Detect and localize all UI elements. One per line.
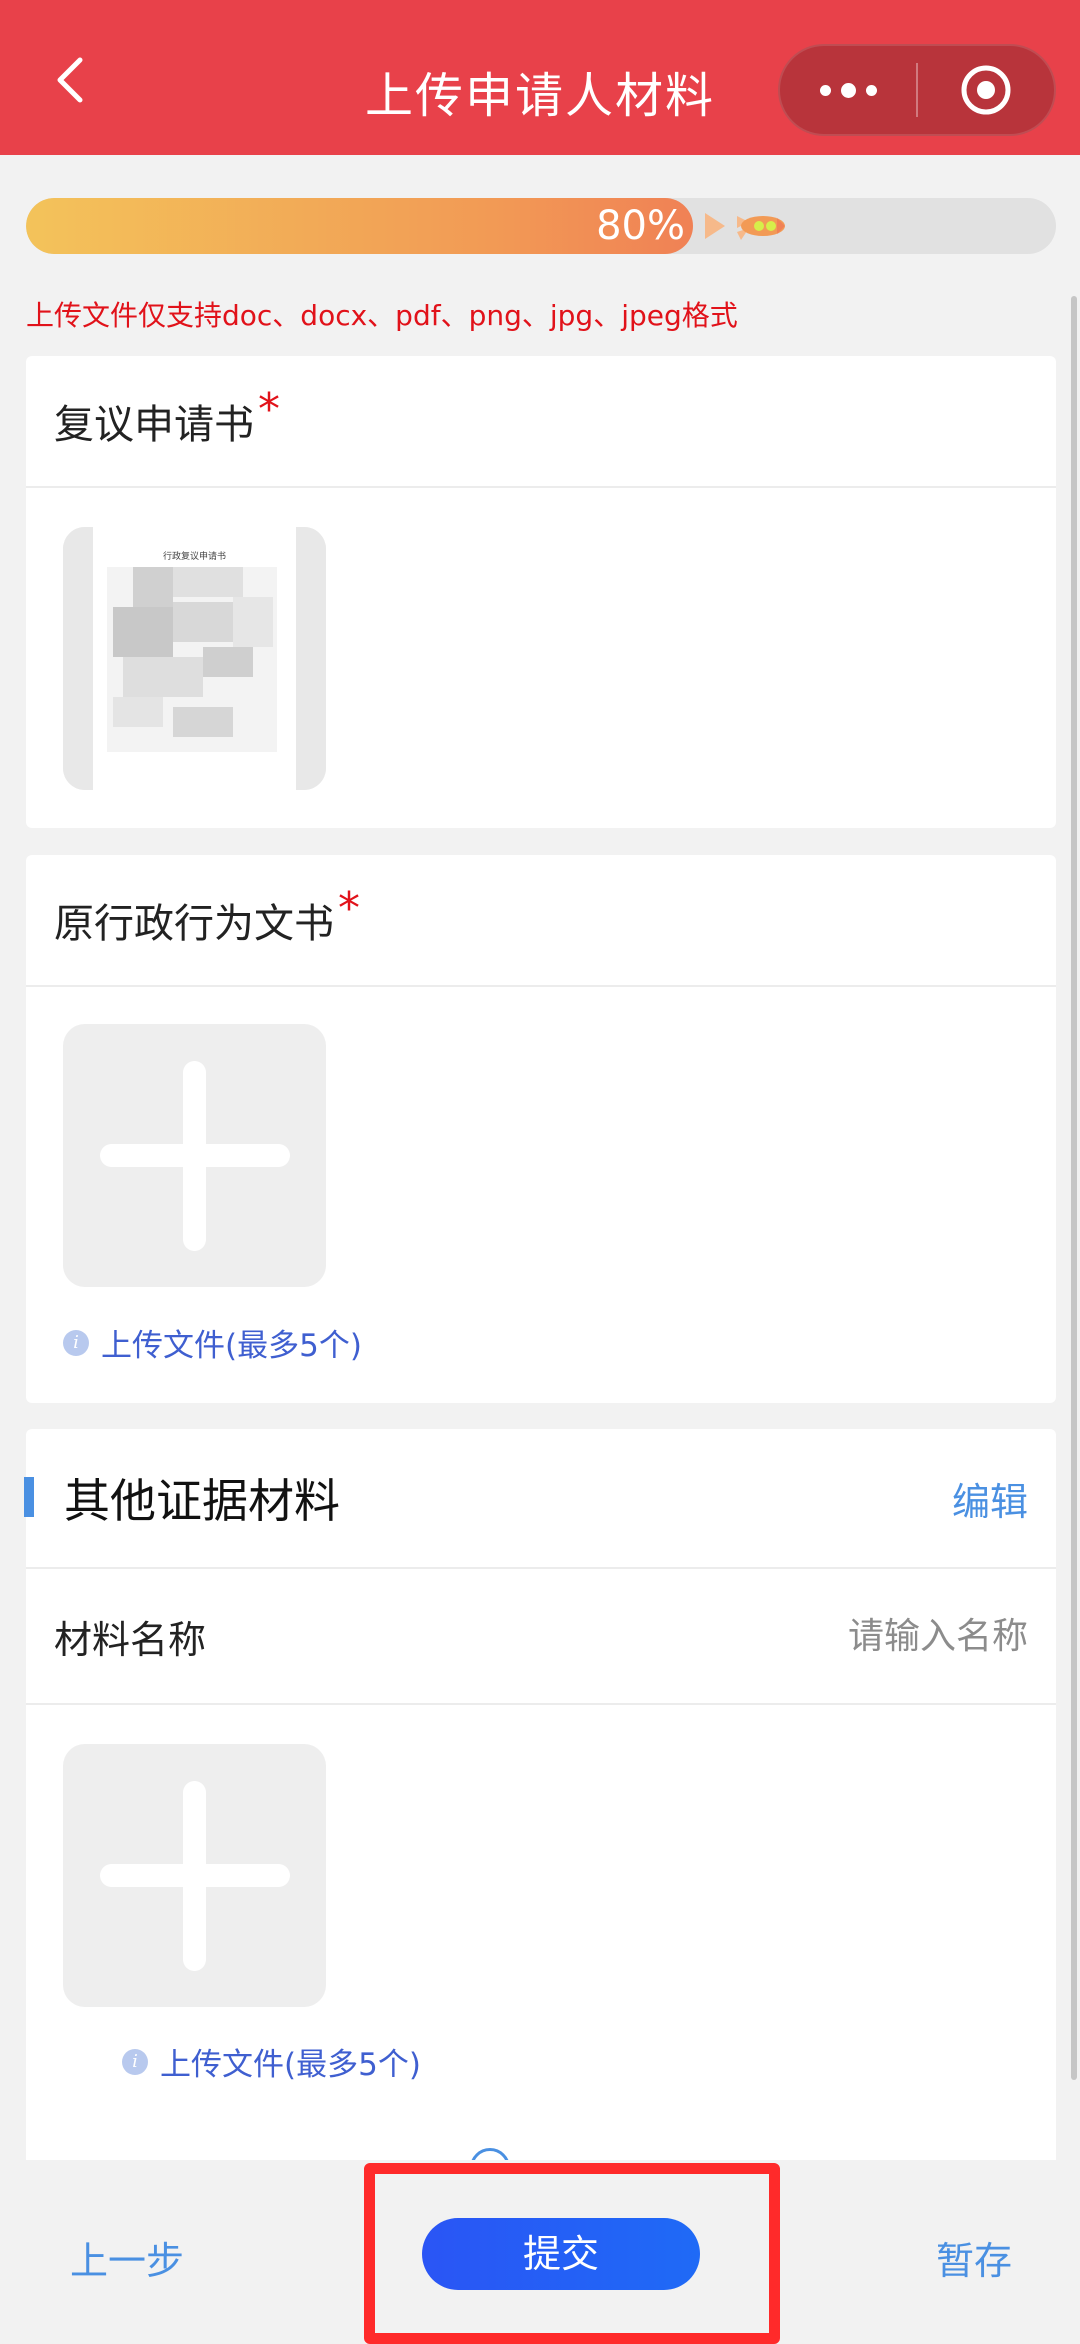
progress-fill	[26, 198, 693, 254]
info-icon: i	[122, 2048, 148, 2075]
card-header: 原行政行为文书 *	[26, 855, 1056, 987]
section-title: 其他证据材料	[64, 1474, 340, 1528]
progress-bar: 80%	[26, 198, 1056, 254]
info-icon: i	[63, 1329, 89, 1356]
prev-step-button[interactable]: 上一步	[70, 2230, 184, 2285]
material-name-label: 材料名称	[54, 1617, 207, 1662]
nav-header: 上传申请人材料	[0, 0, 1080, 155]
material-name-input[interactable]	[528, 1615, 1028, 1657]
save-draft-button[interactable]: 暂存	[936, 2230, 1012, 2285]
document-preview-title: 行政复议申请书	[162, 552, 226, 562]
progress-label: 80%	[596, 203, 685, 249]
edit-button[interactable]: 编辑	[952, 1471, 1028, 1526]
more-dots-icon	[819, 82, 877, 98]
card-application: 复议申请书 * 行政复议申请书	[26, 356, 1056, 828]
upload-hint-text: 上传文件(最多5个)	[160, 2047, 421, 2083]
footer-bar: 上一步 提交 暂存	[0, 2160, 1080, 2344]
card-title: 原行政行为文书	[54, 901, 334, 947]
scrollbar[interactable]	[1071, 296, 1077, 2080]
required-mark: *	[338, 882, 360, 934]
upload-button[interactable]	[63, 1024, 326, 1287]
page: 上传申请人材料 80% 上传文件仅支持doc、docx、pdf、png、jpg、…	[0, 0, 1080, 2344]
required-mark: *	[258, 383, 280, 435]
upload-button[interactable]	[63, 1744, 326, 2007]
document-preview: 行政复议申请书	[93, 527, 296, 790]
card-header: 复议申请书 *	[26, 356, 1056, 488]
submit-button[interactable]: 提交	[422, 2218, 700, 2290]
uploaded-file-thumbnail[interactable]: 行政复议申请书	[63, 527, 326, 790]
material-name-row: 材料名称	[26, 1569, 1056, 1705]
target-circle-icon	[961, 65, 1011, 115]
section-accent-bar	[24, 1477, 34, 1517]
card-original-decision: 原行政行为文书 * i 上传文件(最多5个)	[26, 855, 1056, 1403]
mini-program-capsule	[778, 44, 1056, 136]
close-button[interactable]	[918, 46, 1054, 134]
upload-hint: i 上传文件(最多5个)	[63, 1320, 362, 1365]
upload-hint: i 上传文件(最多5个)	[122, 2039, 421, 2084]
more-button[interactable]	[780, 46, 916, 134]
format-notice: 上传文件仅支持doc、docx、pdf、png、jpg、jpeg格式	[26, 299, 738, 332]
card-other-evidence: 其他证据材料 编辑 材料名称 i 上传文件(最多5个)	[24, 1429, 1056, 2189]
upload-hint-text: 上传文件(最多5个)	[101, 1328, 362, 1364]
section-header: 其他证据材料 编辑	[24, 1429, 1056, 1569]
rocket-icon	[737, 216, 785, 240]
progress-arrow-icon	[705, 213, 725, 239]
card-title: 复议申请书	[54, 402, 254, 448]
